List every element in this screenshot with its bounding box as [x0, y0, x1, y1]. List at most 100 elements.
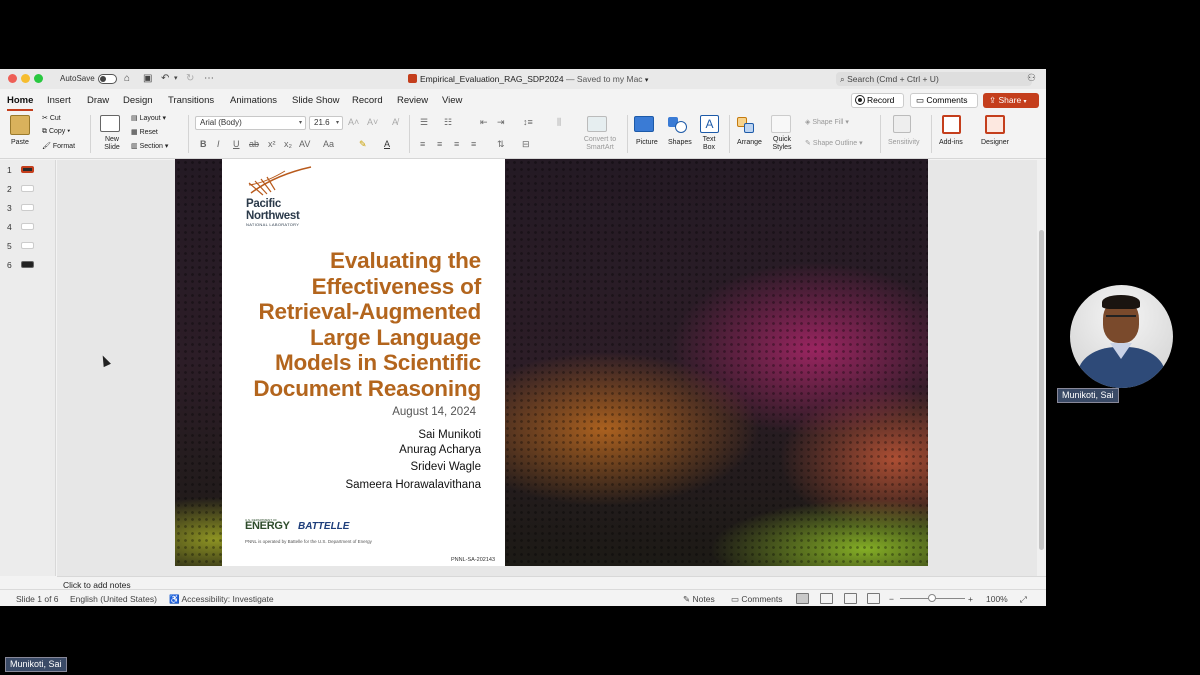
tab-review[interactable]: Review — [397, 95, 428, 106]
columns-icon[interactable]: ⫼ — [557, 117, 561, 128]
convert-smartart-label[interactable]: Convert to SmartArt — [582, 136, 618, 152]
maximize-window-button[interactable] — [34, 74, 43, 83]
tab-animations[interactable]: Animations — [230, 95, 277, 106]
scrollbar-thumb[interactable] — [1039, 230, 1044, 550]
highlight-icon[interactable]: ✎ — [359, 139, 367, 150]
quick-styles-label[interactable]: Quick Styles — [771, 136, 793, 152]
tab-slide-show[interactable]: Slide Show — [292, 95, 340, 106]
picture-icon[interactable] — [634, 116, 654, 132]
copy-button[interactable]: ⧉ Copy ▾ — [42, 128, 70, 136]
picture-label[interactable]: Picture — [636, 139, 658, 146]
slide-title[interactable]: Evaluating the Effectiveness of Retrieva… — [221, 248, 481, 401]
align-text-icon[interactable]: ⊟ — [522, 139, 530, 150]
underline-icon[interactable]: U — [233, 139, 240, 149]
change-case-icon[interactable]: Aa — [323, 139, 334, 149]
strikethrough-icon[interactable]: ab — [249, 139, 259, 149]
presentation-date[interactable]: August 14, 2024 — [392, 406, 476, 418]
arrange-label[interactable]: Arrange — [737, 139, 762, 146]
home-icon[interactable]: ⌂ — [124, 73, 130, 85]
tab-insert[interactable]: Insert — [47, 95, 71, 106]
tab-record[interactable]: Record — [352, 95, 383, 106]
increase-indent-icon[interactable]: ⇥ — [497, 117, 505, 128]
subscript-icon[interactable]: x₂ — [284, 139, 292, 149]
tab-draw[interactable]: Draw — [87, 95, 109, 106]
accessibility-button[interactable]: ♿ Accessibility: Investigate — [169, 594, 274, 605]
slide-thumbnail[interactable]: 5 — [7, 239, 53, 253]
font-size-dropdown[interactable]: 21.6 ▾ — [309, 116, 343, 130]
slide-thumbnail[interactable]: 4 — [7, 220, 53, 234]
reset-button[interactable]: ▦ Reset — [131, 128, 158, 136]
paste-icon[interactable] — [10, 115, 30, 135]
increase-font-icon[interactable]: A˄ — [348, 117, 359, 127]
redo-icon[interactable]: ↻ — [186, 73, 194, 85]
new-slide-label[interactable]: New Slide — [103, 136, 121, 152]
slide-sorter-view-button[interactable] — [820, 593, 833, 604]
author-name[interactable]: Anurag Acharya — [399, 444, 481, 456]
comments-button[interactable]: ▭ Comments — [910, 93, 978, 108]
addins-label[interactable]: Add-ins — [939, 139, 963, 146]
tab-home[interactable]: Home — [7, 95, 34, 111]
superscript-icon[interactable]: x² — [268, 139, 276, 149]
zoom-in-icon[interactable]: + — [968, 594, 973, 604]
character-spacing-icon[interactable]: AV — [299, 139, 310, 149]
new-slide-icon[interactable] — [100, 115, 120, 132]
sensitivity-icon[interactable] — [893, 115, 911, 133]
zoom-level[interactable]: 100% — [986, 594, 1008, 604]
fit-slide-icon[interactable]: ⤢ — [1020, 594, 1027, 605]
quick-styles-icon[interactable] — [771, 115, 791, 133]
text-box-label[interactable]: Text Box — [701, 136, 717, 152]
vertical-scrollbar[interactable] — [1037, 160, 1046, 576]
justify-icon[interactable]: ≡ — [471, 139, 476, 149]
share-button[interactable]: ⇪ Share ▾ — [983, 93, 1039, 108]
normal-view-button[interactable] — [796, 593, 809, 604]
text-box-icon[interactable]: A — [700, 115, 719, 133]
tab-design[interactable]: Design — [123, 95, 153, 106]
line-spacing-icon[interactable]: ↕≡ — [523, 117, 533, 127]
language-indicator[interactable]: English (United States) — [70, 594, 157, 604]
font-color-icon[interactable]: A — [384, 139, 390, 149]
format-painter-button[interactable]: 🖌 Format — [42, 142, 75, 150]
designer-label[interactable]: Designer — [981, 139, 1009, 146]
designer-icon[interactable] — [985, 115, 1005, 134]
paste-label[interactable]: Paste — [11, 139, 29, 146]
zoom-slider-knob[interactable] — [928, 594, 936, 602]
more-icon[interactable]: ⋯ — [204, 73, 214, 85]
minimize-window-button[interactable] — [21, 74, 30, 83]
slide-thumbnail[interactable]: 1 — [7, 163, 53, 177]
slide-canvas[interactable]: Pacific Northwest NATIONAL LABORATORY Ev… — [175, 159, 928, 566]
text-direction-icon[interactable]: ⇅ — [497, 139, 505, 150]
notes-toggle[interactable]: ✎ Notes — [683, 594, 715, 605]
clear-formatting-icon[interactable]: A̸ — [392, 117, 398, 127]
layout-button[interactable]: ▤ Layout ▾ — [131, 114, 166, 122]
undo-icon[interactable]: ↶ — [161, 73, 169, 85]
align-left-icon[interactable]: ≡ — [420, 139, 425, 149]
decrease-font-icon[interactable]: A˅ — [367, 117, 378, 127]
shapes-label[interactable]: Shapes — [668, 139, 692, 146]
smartart-icon[interactable] — [587, 116, 607, 132]
italic-icon[interactable]: I — [217, 139, 220, 149]
align-center-icon[interactable]: ≡ — [437, 139, 442, 149]
shape-outline-button[interactable]: ✎ Shape Outline ▾ — [805, 139, 863, 147]
author-name[interactable]: Sameera Horawalavithana — [345, 479, 481, 491]
author-name[interactable]: Sridevi Wagle — [410, 461, 481, 473]
autosave-toggle[interactable] — [98, 74, 117, 84]
sensitivity-label[interactable]: Sensitivity — [888, 139, 920, 146]
slideshow-view-button[interactable] — [867, 593, 880, 604]
author-name[interactable]: Sai Munikoti — [418, 429, 481, 441]
bullets-icon[interactable]: ☰ — [420, 117, 428, 128]
close-window-button[interactable] — [8, 74, 17, 83]
search-box[interactable]: ⌕ Search (Cmd + Ctrl + U) — [836, 72, 1032, 86]
addins-icon[interactable] — [942, 115, 961, 134]
reading-view-button[interactable] — [844, 593, 857, 604]
undo-dropdown-icon[interactable]: ▾ — [174, 73, 178, 85]
cut-button[interactable]: ✂ Cut — [42, 114, 61, 122]
slide-thumbnail[interactable]: 2 — [7, 182, 53, 196]
comments-toggle[interactable]: ▭ Comments — [731, 594, 783, 605]
bold-icon[interactable]: B — [200, 139, 207, 149]
decrease-indent-icon[interactable]: ⇤ — [480, 117, 488, 128]
section-button[interactable]: ▥ Section ▾ — [131, 142, 168, 150]
tab-transitions[interactable]: Transitions — [168, 95, 214, 106]
tab-view[interactable]: View — [442, 95, 462, 106]
document-title[interactable]: Empirical_Evaluation_RAG_SDP2024 — Saved… — [408, 74, 648, 84]
font-family-dropdown[interactable]: Arial (Body) ▾ — [195, 116, 306, 130]
